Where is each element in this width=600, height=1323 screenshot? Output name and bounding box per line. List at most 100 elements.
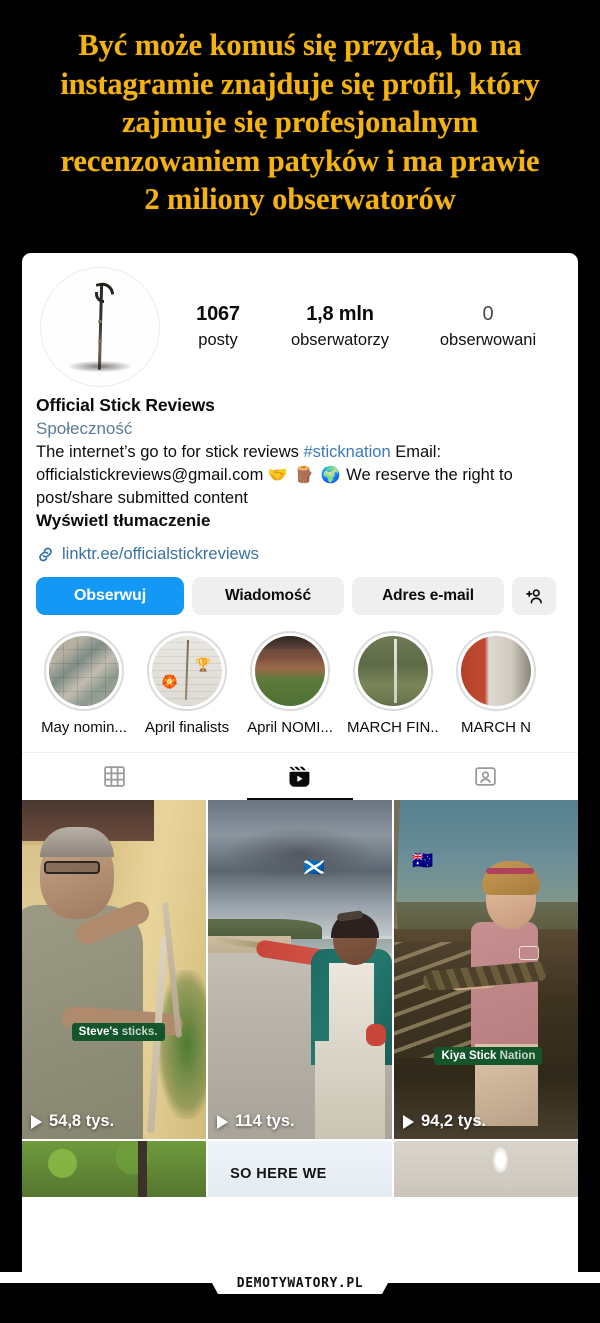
reel-thumbnail <box>22 1141 206 1198</box>
stick-knot-icon <box>98 320 102 323</box>
highlight-label: MARCH FIN... <box>347 719 439 737</box>
tagged-icon <box>475 767 496 786</box>
play-icon <box>217 1114 228 1129</box>
highlight-label: MARCH N <box>461 719 531 737</box>
reel-item-partial[interactable] <box>22 1141 206 1198</box>
highlight-ring <box>250 631 330 712</box>
profile-category: Społeczność <box>36 419 133 438</box>
title-line-3: zajmuje się profesjonalnym <box>121 105 478 140</box>
reel-thumbnail <box>208 800 392 1140</box>
reel-item-partial[interactable] <box>394 1141 578 1198</box>
reel-overlay-text: SO HERE WE <box>230 1165 327 1182</box>
add-person-icon <box>525 588 542 604</box>
show-translation-button[interactable]: Wyświetl tłumaczenie <box>36 511 562 531</box>
highlight-ring <box>353 631 433 712</box>
title-line-1: Być może komuś się przyda, bo na <box>78 28 522 62</box>
title-line-4: recenzowaniem patyków i ma prawie <box>60 143 540 178</box>
stat-followers[interactable]: 1,8 mln obserwatorzy <box>266 303 414 351</box>
avatar[interactable] <box>40 267 160 387</box>
bio-hashtag[interactable]: #sticknation <box>303 443 390 461</box>
reel-item[interactable]: 🇦🇺 Kiya Stick Nation 94,2 tys. <box>394 800 578 1140</box>
profile-tabs <box>22 752 578 801</box>
stat-posts[interactable]: 1067 posty <box>170 303 266 351</box>
highlight-label: May nomin... <box>41 719 127 737</box>
reel-thumbnail <box>22 800 206 1140</box>
reel-thumbnail <box>394 1141 578 1198</box>
bio-text: The internet’s go to for stick reviews #… <box>36 441 562 509</box>
following-label: obserwowani <box>439 330 537 349</box>
highlight-april-finalists[interactable]: 🏵️ 🏆 April finalists <box>141 631 233 736</box>
reel-views: 54,8 tys. <box>31 1112 114 1131</box>
title-line-5: 2 miliony obserwatorów <box>144 182 456 217</box>
reel-views: 94,2 tys. <box>403 1112 486 1131</box>
highlight-ring: 🏵️ 🏆 <box>147 631 227 712</box>
add-person-button[interactable] <box>512 577 556 616</box>
aboriginal-flag-emoji: 🇦🇺 <box>412 850 434 870</box>
stick-shadow <box>69 361 131 372</box>
followers-count: 1,8 mln <box>306 303 374 325</box>
caption-bold: Kiya Stick <box>441 1049 497 1062</box>
email-button[interactable]: Adres e-mail <box>352 577 504 616</box>
highlight-thumbnail <box>358 636 428 707</box>
highlight-may-nominations[interactable]: May nomin... <box>38 631 130 736</box>
follow-button[interactable]: Obserwuj <box>36 577 184 616</box>
rosette-emoji: 🏵️ <box>161 673 178 689</box>
watermark: DEMOTYWATORY.PL <box>212 1272 388 1294</box>
view-count: 54,8 tys. <box>49 1112 115 1131</box>
profile-actions: Obserwuj Wiadomość Adres e-mail <box>22 564 578 616</box>
caption-dim: sticks. <box>118 1025 158 1038</box>
reel-views: 114 tys. <box>217 1112 295 1131</box>
highlight-march-nominations[interactable]: MARCH N <box>450 631 542 736</box>
stick-knot-icon <box>98 340 102 343</box>
bio-segment-1: The internet’s go to for stick reviews <box>36 443 304 461</box>
post-title: Być może komuś się przyda, bo na instagr… <box>0 0 600 231</box>
demotywator-post: Być może komuś się przyda, bo na instagr… <box>0 0 600 1323</box>
highlight-thumbnail <box>255 636 325 707</box>
instagram-profile-screenshot: 1067 posty 1,8 mln obserwatorzy 0 obserw… <box>22 253 578 1282</box>
play-icon <box>403 1114 414 1129</box>
avatar-container <box>36 267 164 387</box>
play-icon <box>31 1114 42 1129</box>
highlight-ring <box>456 631 536 712</box>
highlight-march-finalists[interactable]: MARCH FIN... <box>347 631 439 736</box>
following-count: 0 <box>482 303 494 325</box>
highlight-thumbnail: 🏵️ 🏆 <box>152 636 222 707</box>
highlight-label: April NOMI... <box>247 719 333 737</box>
profile-bio: Official Stick Reviews Społeczność The i… <box>22 387 578 531</box>
caption-bold: Steve's <box>78 1025 119 1038</box>
reels-icon <box>289 766 310 787</box>
message-button[interactable]: Wiadomość <box>192 577 344 616</box>
profile-link-row[interactable]: linktr.ee/officialstickreviews <box>22 531 578 564</box>
highlight-thumbnail <box>461 636 531 707</box>
reel-item-partial[interactable]: SO HERE WE <box>208 1141 392 1198</box>
highlight-ring <box>44 631 124 712</box>
followers-label: obserwatorzy <box>290 330 390 349</box>
view-count: 114 tys. <box>235 1112 295 1131</box>
profile-link[interactable]: linktr.ee/officialstickreviews <box>62 545 259 564</box>
bio-emoji: 🤝 🪵 🌍 <box>267 466 342 484</box>
watermark-text: DEMOTYWATORY.PL <box>236 1275 364 1291</box>
title-line-2: instagramie znajduje się profil, który <box>60 66 540 101</box>
view-count: 94,2 tys. <box>421 1112 487 1131</box>
posts-label: posty <box>198 330 238 349</box>
reel-item[interactable]: Steve's sticks. 54,8 tys. <box>22 800 206 1140</box>
stick-hook-lower-icon <box>95 292 104 303</box>
tab-tagged[interactable] <box>393 753 578 800</box>
scotland-flag-emoji: 🏴󠁧󠁢󠁳󠁣󠁴󠁿 <box>303 857 325 877</box>
tab-grid[interactable] <box>22 753 207 800</box>
reel-item[interactable]: 🏴󠁧󠁢󠁳󠁣󠁴󠁿 114 tys. <box>208 800 392 1140</box>
profile-stats: 1067 posty 1,8 mln obserwatorzy 0 obserw… <box>164 267 562 351</box>
reel-caption: Steve's sticks. <box>71 1022 165 1041</box>
highlight-april-nominations[interactable]: April NOMI... <box>244 631 336 736</box>
reel-caption: Kiya Stick Nation <box>434 1046 543 1065</box>
highlight-thumbnail <box>49 636 119 707</box>
link-chain-icon <box>36 545 55 564</box>
caption-dim: Nation <box>496 1049 536 1062</box>
stat-following[interactable]: 0 obserwowani <box>414 303 562 351</box>
reels-grid: Steve's sticks. 54,8 tys. <box>22 800 578 1198</box>
posts-count: 1067 <box>196 303 240 325</box>
story-highlights: May nomin... 🏵️ 🏆 April finalists April … <box>22 615 578 736</box>
highlight-label: April finalists <box>144 719 230 737</box>
profile-header: 1067 posty 1,8 mln obserwatorzy 0 obserw… <box>22 253 578 387</box>
tab-reels[interactable] <box>207 753 392 801</box>
